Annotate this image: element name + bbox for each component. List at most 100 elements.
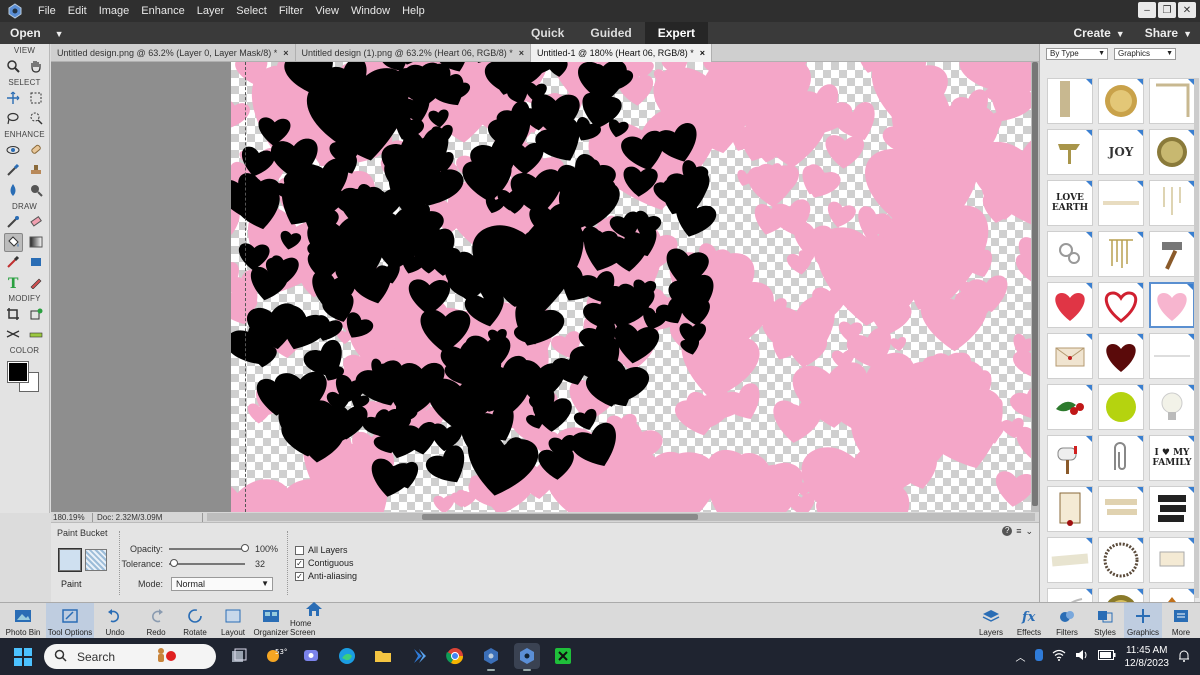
menu-view[interactable]: View bbox=[309, 0, 345, 22]
wifi-icon[interactable] bbox=[1052, 649, 1066, 664]
antialias-checkbox[interactable]: ✓ Anti-aliasing bbox=[295, 571, 357, 581]
notification-bell-icon[interactable] bbox=[1178, 649, 1190, 665]
graphic-thumb-scroll-paper[interactable] bbox=[1047, 486, 1093, 532]
redo-button[interactable]: Redo bbox=[136, 603, 176, 639]
graphic-thumb-gold-strings[interactable] bbox=[1098, 231, 1144, 277]
bluetooth-icon[interactable] bbox=[1034, 649, 1043, 664]
graphic-thumb-line-divider[interactable] bbox=[1149, 333, 1195, 379]
shape-tool-icon[interactable] bbox=[26, 253, 45, 272]
zoom-tool-icon[interactable] bbox=[4, 57, 23, 76]
paint-bucket-icon[interactable] bbox=[3, 232, 23, 252]
spot-healing-icon[interactable] bbox=[26, 141, 45, 160]
chevron-down-icon[interactable]: ⌄ bbox=[1025, 526, 1033, 537]
paint-mode-button[interactable] bbox=[58, 548, 82, 572]
filter-category-select[interactable]: Graphics ▼ bbox=[1114, 48, 1176, 60]
tool-options-button[interactable]: Tool Options bbox=[46, 603, 94, 639]
graphic-thumb-hanging-charms[interactable] bbox=[1149, 180, 1195, 226]
menu-enhance[interactable]: Enhance bbox=[135, 0, 190, 22]
all-layers-checkbox[interactable]: All Layers bbox=[295, 545, 348, 555]
graphic-thumb-tag-label[interactable] bbox=[1149, 537, 1195, 583]
styles-button[interactable]: Styles bbox=[1086, 603, 1124, 639]
filter-type-select[interactable]: By Type ▼ bbox=[1046, 48, 1108, 60]
sponge-tool-icon[interactable] bbox=[26, 181, 45, 200]
graphic-thumb-autumn-leaf[interactable] bbox=[1149, 588, 1195, 602]
clone-stamp-icon[interactable] bbox=[26, 161, 45, 180]
graphic-thumb-joy-word[interactable]: JOY bbox=[1098, 129, 1144, 175]
crop-tool-icon[interactable] bbox=[4, 305, 23, 324]
graphic-thumb-dark-heart[interactable] bbox=[1098, 333, 1144, 379]
graphic-thumb-i-love-my-family[interactable]: I ♥ MY FAMILY bbox=[1149, 435, 1195, 481]
tolerance-value[interactable]: 32 bbox=[255, 559, 265, 569]
restore-icon[interactable]: ❐ bbox=[1158, 2, 1176, 18]
eraser-tool-icon[interactable] bbox=[26, 213, 45, 232]
hand-tool-icon[interactable] bbox=[26, 57, 45, 76]
doc-tab-2[interactable]: Untitled design (1).png @ 63.2% (Heart 0… bbox=[296, 44, 532, 62]
content-move-icon[interactable] bbox=[4, 325, 23, 344]
home-screen-button[interactable]: Home Screen bbox=[290, 602, 338, 639]
graphic-thumb-outline-heart[interactable] bbox=[1098, 282, 1144, 328]
windows-start-icon[interactable] bbox=[14, 648, 32, 669]
graphic-thumb-wood-planks[interactable] bbox=[1098, 486, 1144, 532]
graphic-thumb-gold-button[interactable] bbox=[1098, 588, 1144, 602]
straighten-tool-icon[interactable] bbox=[26, 325, 45, 344]
opacity-value[interactable]: 100% bbox=[255, 544, 278, 554]
menu-filter[interactable]: Filter bbox=[273, 0, 309, 22]
mode-guided[interactable]: Guided bbox=[577, 22, 644, 44]
filters-button[interactable]: Filters bbox=[1048, 603, 1086, 639]
power-automate-icon[interactable] bbox=[406, 643, 432, 669]
graphic-thumb-gold-badge[interactable] bbox=[1149, 129, 1195, 175]
open-button[interactable]: Open ▼ bbox=[10, 22, 64, 45]
menu-image[interactable]: Image bbox=[93, 0, 136, 22]
organizer-button[interactable]: Organizer bbox=[252, 603, 290, 639]
tolerance-slider-handle[interactable] bbox=[169, 559, 178, 567]
photoshop-elements-icon[interactable] bbox=[478, 643, 504, 671]
menu-edit[interactable]: Edit bbox=[62, 0, 93, 22]
graphic-thumb-light-bulb[interactable] bbox=[1149, 384, 1195, 430]
eye-tool-icon[interactable] bbox=[4, 141, 23, 160]
battery-icon[interactable] bbox=[1097, 650, 1116, 663]
panel-menu-icon[interactable]: ≡ bbox=[1016, 526, 1021, 537]
graphic-thumb-love-earth-text[interactable]: LOVE EARTH bbox=[1047, 180, 1093, 226]
graphics-button[interactable]: Graphics bbox=[1124, 603, 1162, 639]
close-icon[interactable]: × bbox=[283, 44, 288, 62]
weather-icon[interactable]: 53° bbox=[262, 643, 288, 669]
minimize-icon[interactable]: – bbox=[1138, 2, 1156, 18]
tolerance-slider[interactable] bbox=[169, 563, 245, 565]
graphic-thumb-gold-seal[interactable] bbox=[1098, 78, 1144, 124]
quick-selection-icon[interactable] bbox=[26, 109, 45, 128]
rotate-button[interactable]: Rotate bbox=[176, 603, 214, 639]
opacity-slider[interactable] bbox=[169, 548, 245, 550]
graphic-thumb-frame-corner[interactable] bbox=[1149, 78, 1195, 124]
graphic-thumb-red-heart[interactable] bbox=[1047, 282, 1093, 328]
teams-chat-icon[interactable] bbox=[298, 643, 324, 669]
task-view-icon[interactable] bbox=[226, 643, 252, 669]
graphic-thumb-paper-clip[interactable] bbox=[1098, 435, 1144, 481]
move-tool-icon[interactable] bbox=[4, 89, 23, 108]
menu-window[interactable]: Window bbox=[345, 0, 396, 22]
more-button[interactable]: More bbox=[1162, 603, 1200, 639]
close-icon[interactable]: × bbox=[519, 44, 524, 62]
graphic-thumb-mailbox[interactable] bbox=[1047, 435, 1093, 481]
graphic-thumb-rope-curl[interactable] bbox=[1047, 588, 1093, 602]
close-icon[interactable]: ✕ bbox=[1178, 2, 1196, 18]
graphic-thumb-paper-clip-gold[interactable] bbox=[1047, 129, 1093, 175]
recompose-tool-icon[interactable] bbox=[26, 305, 45, 324]
layout-button[interactable]: Layout bbox=[214, 603, 252, 639]
taskbar-search[interactable]: Search bbox=[44, 644, 216, 669]
graphic-thumb-green-circle[interactable] bbox=[1098, 384, 1144, 430]
eyedropper-icon[interactable] bbox=[4, 253, 23, 272]
graphic-thumb-bead-ring[interactable] bbox=[1098, 537, 1144, 583]
scroll-thumb[interactable] bbox=[422, 514, 698, 520]
create-button[interactable]: Create ▼ bbox=[1073, 22, 1124, 45]
lasso-tool-icon[interactable] bbox=[4, 109, 23, 128]
layers-button[interactable]: Layers bbox=[972, 603, 1010, 639]
edge-browser-icon[interactable] bbox=[334, 643, 360, 669]
close-icon[interactable]: × bbox=[700, 44, 705, 62]
brush-tool-icon[interactable] bbox=[4, 213, 23, 232]
opacity-slider-handle[interactable] bbox=[241, 544, 249, 552]
contiguous-checkbox[interactable]: ✓ Contiguous bbox=[295, 558, 354, 568]
chrome-browser-icon[interactable] bbox=[442, 643, 468, 669]
zoom-readout[interactable]: 180.19% bbox=[51, 512, 93, 522]
file-explorer-icon[interactable] bbox=[370, 643, 396, 669]
graphics-scrollbar[interactable] bbox=[1194, 78, 1199, 598]
